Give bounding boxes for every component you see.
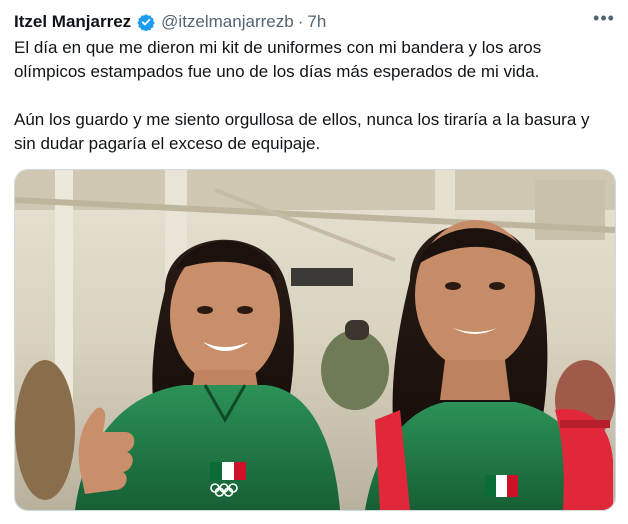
airport-photo-image [15, 170, 615, 510]
verified-badge-icon [137, 13, 155, 31]
tweet-paragraph: Aún los guardo y me siento orgullosa de … [14, 110, 590, 153]
tweet-card: Itzel Manjarrez @itzelmanjarrezb · 7h ••… [0, 0, 628, 524]
author-name[interactable]: Itzel Manjarrez [14, 11, 131, 33]
tweet-photo[interactable] [14, 169, 616, 511]
tweet-text: El día en que me dieron mi kit de unifor… [14, 36, 614, 156]
more-options-icon[interactable]: ••• [592, 6, 616, 30]
tweet-paragraph: El día en que me dieron mi kit de unifor… [14, 38, 542, 81]
timestamp[interactable]: 7h [307, 11, 326, 33]
separator-dot: · [297, 12, 304, 31]
tweet-header: Itzel Manjarrez @itzelmanjarrezb · 7h [14, 10, 618, 34]
author-handle[interactable]: @itzelmanjarrezb [161, 11, 294, 33]
